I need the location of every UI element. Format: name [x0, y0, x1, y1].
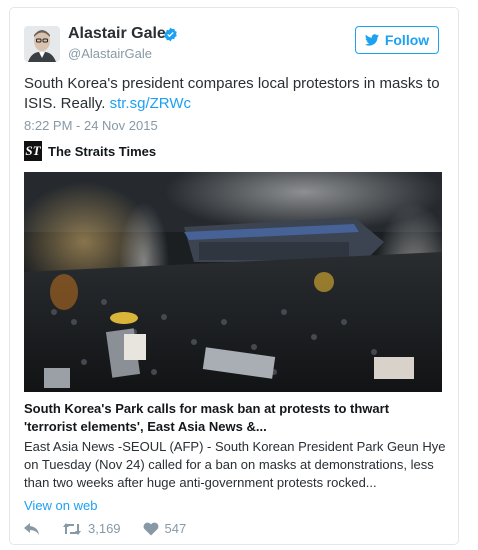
retweet-button[interactable]: 3,169	[62, 521, 121, 536]
verified-badge-icon	[164, 27, 177, 42]
author-name[interactable]: Alastair Gale	[68, 25, 166, 43]
reply-button[interactable]	[24, 522, 40, 536]
tweet-text: South Korea's president compares local p…	[24, 74, 444, 114]
retweet-count: 3,169	[88, 521, 121, 536]
card-image[interactable]	[24, 172, 442, 392]
follow-label: Follow	[384, 32, 430, 48]
like-count: 547	[164, 521, 187, 536]
tweet-link[interactable]: str.sg/ZRWc	[110, 95, 191, 112]
tweet-card: Alastair Gale @AlastairGale Follow South…	[9, 7, 459, 545]
card-headline[interactable]: South Korea's Park calls for mask ban at…	[24, 400, 444, 436]
author-handle[interactable]: @AlastairGale	[68, 46, 152, 61]
heart-icon	[143, 522, 158, 535]
retweet-icon	[63, 522, 81, 535]
like-button[interactable]: 547	[143, 521, 187, 536]
tweet-body: South Korea's president compares local p…	[24, 75, 440, 112]
card-summary: East Asia News -SEOUL (AFP) - South Kore…	[24, 439, 446, 490]
avatar[interactable]	[24, 26, 60, 62]
twitter-bird-icon	[364, 34, 379, 46]
straits-times-logo: ST	[24, 141, 42, 161]
source-name: The Straits Times	[48, 143, 157, 159]
reply-icon	[24, 522, 39, 535]
view-on-web-link[interactable]: View on web	[24, 498, 97, 513]
tweet-actions: 3,169 547	[24, 521, 208, 536]
card-source[interactable]: ST The Straits Times	[24, 141, 156, 161]
tweet-timestamp[interactable]: 8:22 PM - 24 Nov 2015	[24, 118, 158, 133]
follow-button[interactable]: Follow	[355, 26, 439, 54]
